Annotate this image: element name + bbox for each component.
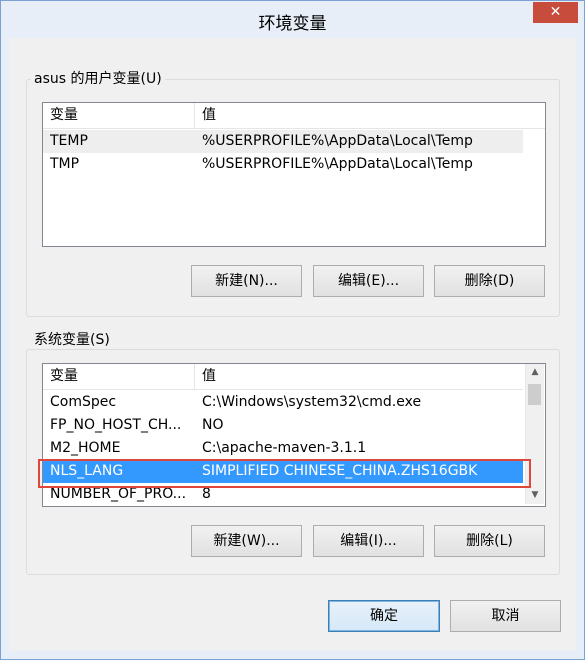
user-variables-label: asus 的用户变量(U) [31, 70, 165, 88]
ok-button[interactable]: 确定 [328, 600, 440, 632]
table-row[interactable]: TEMP %USERPROFILE%\AppData\Local\Temp [43, 130, 523, 153]
variable-value-cell: %USERPROFILE%\AppData\Local\Temp [202, 133, 473, 149]
user-list-header: 变量 值 [43, 103, 545, 129]
user-new-button[interactable]: 新建(N)... [191, 265, 302, 297]
close-icon: ✕ [549, 4, 562, 20]
table-row[interactable]: FP_NO_HOST_CH... NO [43, 414, 523, 437]
variable-value-cell: %USERPROFILE%\AppData\Local\Temp [202, 156, 473, 172]
system-new-button[interactable]: 新建(W)... [191, 525, 302, 557]
table-row[interactable]: NUMBER_OF_PRO... 8 [43, 483, 523, 506]
system-delete-button[interactable]: 删除(L) [434, 525, 545, 557]
table-row[interactable]: TMP %USERPROFILE%\AppData\Local\Temp [43, 153, 523, 176]
scroll-down-arrow-icon[interactable]: ▼ [526, 487, 544, 504]
variable-value-cell: C:\apache-maven-3.1.1 [202, 440, 367, 456]
column-header-variable[interactable]: 变量 [43, 364, 195, 389]
variable-value-cell: SIMPLIFIED CHINESE_CHINA.ZHS16GBK [202, 463, 478, 479]
system-variables-list[interactable]: 变量 值 ComSpec C:\Windows\system32\cmd.exe… [42, 363, 546, 507]
user-variables-list[interactable]: 变量 值 TEMP %USERPROFILE%\AppData\Local\Te… [42, 102, 546, 247]
variable-name-cell: FP_NO_HOST_CH... [50, 417, 182, 433]
column-header-value[interactable]: 值 [195, 364, 523, 389]
user-edit-button[interactable]: 编辑(E)... [313, 265, 424, 297]
scroll-thumb[interactable] [528, 384, 541, 405]
close-button[interactable]: ✕ [533, 2, 578, 23]
variable-value-cell: NO [202, 417, 224, 433]
cancel-button[interactable]: 取消 [450, 600, 561, 632]
title-bar[interactable]: 环境变量 ✕ [1, 1, 584, 38]
scroll-up-arrow-icon[interactable]: ▲ [526, 364, 544, 381]
variable-name-cell: NLS_LANG [50, 463, 124, 479]
system-edit-button[interactable]: 编辑(I)... [313, 525, 424, 557]
window-title: 环境变量 [258, 14, 327, 34]
table-row[interactable]: M2_HOME C:\apache-maven-3.1.1 [43, 437, 523, 460]
variable-name-cell: NUMBER_OF_PRO... [50, 486, 187, 502]
variable-value-cell: 8 [202, 486, 211, 502]
variable-name-cell: TMP [50, 156, 80, 172]
user-delete-button[interactable]: 删除(D) [434, 265, 545, 297]
variable-name-cell: TEMP [50, 133, 88, 149]
variable-name-cell: M2_HOME [50, 440, 121, 456]
column-header-variable[interactable]: 变量 [43, 103, 195, 128]
table-row[interactable]: ComSpec C:\Windows\system32\cmd.exe [43, 391, 523, 414]
system-variables-label: 系统变量(S) [31, 331, 113, 349]
environment-variables-dialog: 环境变量 ✕ asus 的用户变量(U) 变量 值 TEMP %USERPROF… [0, 0, 585, 660]
system-list-scrollbar[interactable]: ▲ ▼ [525, 364, 544, 504]
variable-name-cell: ComSpec [50, 394, 117, 410]
table-row-selected[interactable]: NLS_LANG SIMPLIFIED CHINESE_CHINA.ZHS16G… [43, 460, 523, 483]
column-header-value[interactable]: 值 [195, 103, 545, 128]
dialog-client-area: asus 的用户变量(U) 变量 值 TEMP %USERPROFILE%\Ap… [9, 38, 576, 651]
variable-value-cell: C:\Windows\system32\cmd.exe [202, 394, 422, 410]
system-list-header: 变量 值 [43, 364, 523, 390]
